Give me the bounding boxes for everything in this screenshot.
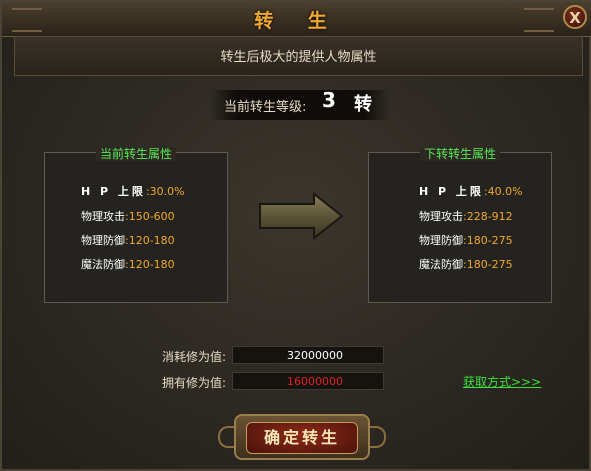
attr-row-hp: H P 上限:40.0%	[419, 183, 523, 199]
dialog-title: 转 生	[254, 10, 341, 32]
attr-label: 物理攻击	[81, 210, 125, 223]
attr-row-phys-attack: 物理攻击:228-912	[419, 208, 513, 224]
attr-row-magic-defense: 魔法防御:120-180	[81, 256, 175, 272]
title-bar: 转 生	[2, 2, 591, 37]
current-level-value: 3	[322, 88, 336, 112]
own-cultivation-value: 16000000	[232, 372, 384, 390]
consume-cultivation-value: 32000000	[232, 346, 384, 364]
attr-row-phys-attack: 物理攻击:150-600	[81, 208, 175, 224]
attr-row-magic-defense: 魔法防御:180-275	[419, 256, 513, 272]
attr-value: :120-180	[125, 258, 175, 271]
attr-label: H P 上限	[81, 185, 146, 198]
next-attributes-panel: 下转转生属性 H P 上限:40.0% 物理攻击:228-912 物理防御:18…	[368, 147, 552, 303]
attr-label: 物理防御	[81, 234, 125, 247]
right-arrow-icon	[259, 192, 344, 240]
attr-row-phys-defense: 物理防御:180-275	[419, 232, 513, 248]
current-panel-title: 当前转生属性	[45, 145, 227, 162]
current-panel-title-text: 当前转生属性	[95, 147, 176, 161]
attr-value: :150-600	[125, 210, 175, 223]
attr-label: 物理攻击	[419, 210, 463, 223]
subtitle-band: 转生后极大的提供人物属性	[14, 36, 583, 76]
attr-value: :120-180	[125, 234, 175, 247]
close-icon[interactable]: X	[563, 5, 587, 29]
consume-cultivation-label: 消耗修为值:	[162, 350, 227, 364]
confirm-rebirth-button[interactable]: 确定转生	[246, 422, 358, 454]
attr-label: 魔法防御	[81, 258, 125, 271]
attr-row-phys-defense: 物理防御:120-180	[81, 232, 175, 248]
obtain-method-link[interactable]: 获取方式>>>	[463, 373, 541, 390]
attr-row-hp: H P 上限:30.0%	[81, 183, 185, 199]
attr-value: :228-912	[463, 210, 513, 223]
own-cultivation-label: 拥有修为值:	[162, 376, 227, 390]
current-attributes-panel: 当前转生属性 H P 上限:30.0% 物理攻击:150-600 物理防御:12…	[44, 147, 228, 303]
current-level-label: 当前转生等级:	[224, 100, 307, 115]
next-panel-title: 下转转生属性	[369, 145, 551, 162]
attr-value: :180-275	[463, 234, 513, 247]
rebirth-dialog: 转 生 X 转生后极大的提供人物属性 当前转生等级: 3 转 当前转生属性 H …	[0, 0, 591, 471]
current-level-unit: 转	[354, 94, 372, 115]
attr-label: 魔法防御	[419, 258, 463, 271]
next-panel-title-text: 下转转生属性	[419, 147, 500, 161]
attr-label: 物理防御	[419, 234, 463, 247]
attr-value: :180-275	[463, 258, 513, 271]
attr-value: :40.0%	[483, 185, 523, 198]
attr-label: H P 上限	[419, 185, 484, 198]
attr-value: :30.0%	[145, 185, 185, 198]
subtitle: 转生后极大的提供人物属性	[220, 50, 377, 65]
